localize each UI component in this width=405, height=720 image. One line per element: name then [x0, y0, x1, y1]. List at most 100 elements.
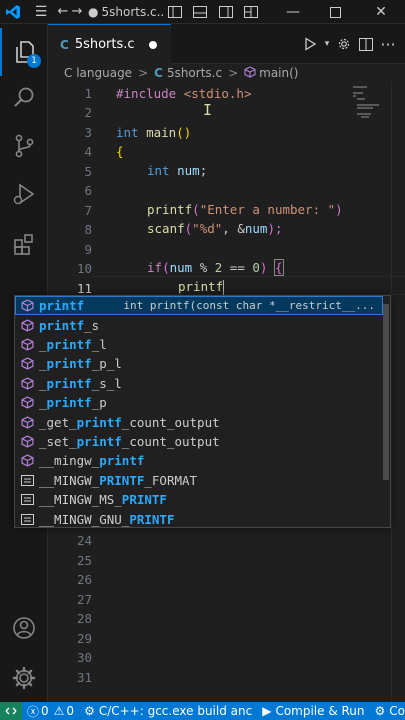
gear-icon: ⚙ [84, 704, 95, 718]
breadcrumb-symbol[interactable]: main() [259, 66, 298, 80]
suggestion-item[interactable]: __mingw_printf [15, 451, 383, 470]
tab-5shorts-c[interactable]: C 5shorts.c [48, 24, 171, 64]
method-cube-icon [15, 454, 39, 467]
suggestion-item[interactable]: _set_printf_count_output [15, 432, 383, 451]
search-icon[interactable] [0, 74, 48, 122]
build-task-item[interactable]: ⚙ C/C++: gcc.exe build anc [79, 702, 257, 720]
suggestion-label: __MINGW_PRINTF_FORMAT [39, 472, 198, 488]
suggestion-item[interactable]: _get_printf_count_output [15, 412, 383, 431]
method-cube-icon [15, 435, 39, 448]
problems-indicator[interactable]: ⓧ 0 ⚠ 0 [22, 702, 79, 720]
more-status-item[interactable]: ⚙ Com [370, 702, 405, 720]
line-number: 6 [84, 183, 92, 199]
editor-vertical-scrollbar[interactable] [391, 82, 405, 702]
maximize-icon[interactable] [322, 0, 348, 24]
tab-label: 5shorts.c [74, 37, 135, 52]
suggestion-label: printf [39, 298, 85, 314]
code-line-7: printf("Enter a number: ") [147, 202, 343, 217]
method-cube-icon [15, 299, 39, 312]
split-editor-icon[interactable] [355, 32, 377, 56]
suggestion-label: __MINGW_MS_PRINTF [39, 492, 167, 508]
line-number: 3 [84, 124, 92, 140]
breadcrumb: C language > C 5shorts.c > main() [48, 64, 405, 82]
line-number: 30 [76, 650, 92, 666]
line-number: 28 [76, 611, 92, 627]
suggestion-item[interactable]: _printf_s_l [15, 374, 383, 393]
autocomplete-suggest-widget[interactable]: printf int printf(const char *__restrict_… [14, 295, 391, 528]
method-cube-icon [244, 65, 256, 81]
line-number: 2 [84, 105, 92, 121]
suggestion-label: _get_printf_count_output [39, 414, 220, 430]
settings-gear-icon[interactable] [333, 32, 355, 56]
code-line-10: if(num % 2 == 0) { [147, 259, 284, 276]
line-number: 1 [84, 86, 92, 101]
line-number: 9 [84, 241, 92, 257]
run-file-icon[interactable] [299, 32, 321, 56]
suggest-scrollbar[interactable] [382, 296, 390, 527]
extensions-icon[interactable] [0, 220, 48, 268]
toggle-secondary-sidebar-icon[interactable] [216, 0, 236, 24]
close-window-icon[interactable]: ✕ [368, 0, 394, 24]
code-line-1: #include <stdio.h> [116, 86, 252, 101]
remote-window-icon[interactable] [0, 702, 22, 720]
back-arrow-icon[interactable]: ← [56, 0, 70, 24]
code-line-8: scanf("%d", &num); [147, 221, 283, 236]
line-number: 25 [76, 552, 92, 568]
forward-arrow-icon[interactable]: → [70, 0, 84, 24]
code-line-5: int num; [147, 163, 208, 178]
suggestion-item[interactable]: _printf_p [15, 393, 383, 412]
toggle-panel-icon[interactable] [190, 0, 210, 24]
manage-gear-icon[interactable] [0, 654, 48, 702]
run-dropdown-chevron-icon[interactable]: ▾ [321, 32, 333, 56]
compile-run-item[interactable]: ▶ Compile & Run [257, 702, 369, 720]
gear-icon: ⚙ [374, 704, 386, 718]
c-file-icon: C [154, 66, 163, 80]
suggestion-item[interactable]: printf_s [15, 315, 383, 334]
suggest-scrollbar-thumb[interactable] [383, 304, 389, 480]
suggestion-label: _set_printf_count_output [39, 433, 220, 449]
more-actions-icon[interactable]: ··· [377, 32, 399, 56]
build-task-label: C/C++: gcc.exe build anc [98, 704, 253, 718]
error-icon: ⓧ [27, 704, 40, 719]
suggestion-label: _printf_l [39, 336, 107, 352]
explorer-icon[interactable]: 1 [0, 28, 48, 76]
suggestion-item[interactable]: __MINGW_MS_PRINTF [15, 490, 383, 509]
suggestion-item[interactable]: _printf_p_l [15, 354, 383, 373]
suggestion-label: _printf_s_l [39, 375, 122, 391]
accounts-icon[interactable] [0, 604, 48, 652]
hamburger-menu-icon[interactable]: ☰ [26, 0, 56, 24]
line-number: 10 [76, 261, 92, 277]
warning-icon: ⚠ [53, 704, 65, 718]
toggle-sidebar-icon[interactable] [165, 0, 185, 24]
code-line-3: int main() [116, 125, 192, 140]
method-cube-icon [15, 377, 39, 390]
method-cube-icon [15, 396, 39, 409]
suggestion-item[interactable]: printf int printf(const char *__restrict_… [15, 296, 383, 316]
unsaved-dot: ● [88, 4, 99, 19]
more-status-label: Com [389, 704, 405, 718]
customize-layout-icon[interactable] [241, 0, 261, 24]
line-number: 29 [76, 630, 92, 646]
minimize-icon[interactable]: — [280, 0, 306, 24]
method-cube-icon [15, 357, 39, 370]
unsaved-indicator-icon[interactable] [149, 40, 157, 49]
suggestion-item[interactable]: __MINGW_PRINTF_FORMAT [15, 471, 383, 490]
play-icon: ▶ [262, 704, 272, 718]
window-title[interactable]: ● 5shorts.c... [88, 5, 164, 19]
suggestion-item[interactable]: __MINGW_GNU_PRINTF [15, 509, 383, 527]
breadcrumb-file[interactable]: 5shorts.c [167, 66, 222, 80]
suggestion-item[interactable]: _printf_l [15, 335, 383, 354]
source-control-icon[interactable] [0, 122, 48, 170]
text-cursor [223, 280, 225, 295]
constant-icon [15, 474, 39, 486]
line-number: 26 [76, 572, 92, 588]
run-debug-icon[interactable] [0, 170, 48, 218]
code-line-11: printf [178, 279, 225, 295]
method-cube-icon [15, 415, 39, 429]
minimap[interactable] [349, 82, 391, 142]
mouse-ibeam-cursor-icon: I [203, 101, 213, 119]
chevron-right-icon: > [138, 66, 149, 80]
suggestion-signature: int printf(const char *__restrict__... [123, 299, 375, 313]
breadcrumb-folder[interactable]: C language [64, 66, 132, 80]
line-number: 27 [76, 591, 92, 607]
